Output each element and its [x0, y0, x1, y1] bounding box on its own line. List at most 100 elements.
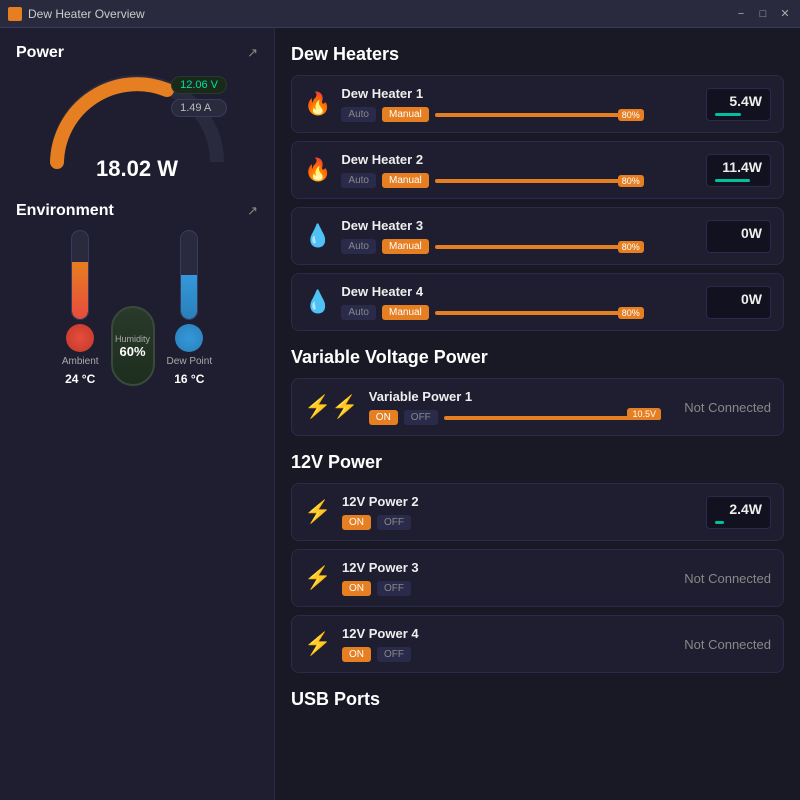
twelve-v4-status: Not Connected: [671, 637, 771, 652]
env-external-icon[interactable]: ↗: [247, 203, 258, 219]
heater1-output-bar: [715, 113, 741, 116]
twelve-v4-on-button[interactable]: ON: [342, 647, 371, 662]
twelve-v2-on-button[interactable]: ON: [342, 515, 371, 530]
twelve-v-icon-3: ⚡: [304, 565, 332, 591]
dewpoint-label: Dew Point: [167, 356, 213, 368]
minimize-button[interactable]: −: [734, 7, 748, 21]
heater1-track: 80%: [435, 113, 644, 117]
heater1-manual-button[interactable]: Manual: [382, 107, 429, 122]
heater4-manual-button[interactable]: Manual: [382, 305, 429, 320]
variable-power-name-1: Variable Power 1: [369, 389, 661, 404]
heater3-track: 80%: [435, 245, 644, 249]
maximize-button[interactable]: □: [756, 7, 770, 21]
heater-flame-icon-1: 🔥: [304, 91, 331, 117]
variable-power-card-1: ⚡⚡ Variable Power 1 ON OFF 10.5V Not Con…: [291, 378, 784, 436]
variable-power-icon-1: ⚡⚡: [304, 394, 359, 420]
title-bar-left: Dew Heater Overview: [8, 7, 145, 21]
heater-flame-icon-2: 🔥: [304, 157, 331, 183]
dewpoint-fill: [181, 275, 197, 319]
heater-card-2: 🔥 Dew Heater 2 Auto Manual 80% 11.4W: [291, 141, 784, 199]
ambient-thermometer: Ambient 24 °C: [62, 230, 99, 386]
heater1-output-box: 5.4W: [706, 88, 771, 121]
heater2-output-bar: [715, 179, 750, 182]
variable-voltage-title: Variable Voltage Power: [291, 347, 784, 368]
variable-power1-on-button[interactable]: ON: [369, 410, 398, 425]
heater3-manual-button[interactable]: Manual: [382, 239, 429, 254]
twelve-v2-off-button[interactable]: OFF: [377, 515, 411, 530]
twelve-v3-on-button[interactable]: ON: [342, 581, 371, 596]
twelve-v-info-2: 12V Power 2 ON OFF: [342, 494, 696, 530]
title-bar: Dew Heater Overview − □ ✕: [0, 0, 800, 28]
voltage-badge: 12.06 V: [171, 76, 227, 94]
heater-controls-4: Auto Manual 80%: [341, 305, 696, 320]
heater-controls-3: Auto Manual 80%: [341, 239, 696, 254]
variable-power-info-1: Variable Power 1 ON OFF 10.5V: [369, 389, 661, 425]
heater3-badge: 80%: [618, 241, 644, 253]
twelve-v3-off-button[interactable]: OFF: [377, 581, 411, 596]
env-title: Environment: [16, 202, 114, 220]
dewpoint-value: 16 °C: [174, 372, 204, 386]
twelve-v-name-2: 12V Power 2: [342, 494, 696, 509]
environment-section: Environment ↗ Ambient 24 °C Humidity: [16, 202, 258, 386]
heater4-auto-button[interactable]: Auto: [341, 305, 376, 320]
twelve-v3-status: Not Connected: [671, 571, 771, 586]
heater2-manual-button[interactable]: Manual: [382, 173, 429, 188]
heater4-badge: 80%: [618, 307, 644, 319]
twelve-v-name-3: 12V Power 3: [342, 560, 661, 575]
dewpoint-thermometer: Dew Point 16 °C: [167, 230, 213, 386]
window-title: Dew Heater Overview: [28, 7, 145, 21]
env-header: Environment ↗: [16, 202, 258, 220]
twelve-v4-off-button[interactable]: OFF: [377, 647, 411, 662]
variable-power1-off-button[interactable]: OFF: [404, 410, 438, 425]
heater3-auto-button[interactable]: Auto: [341, 239, 376, 254]
twelve-v-title: 12V Power: [291, 452, 784, 473]
humidity-display: Humidity 60%: [111, 306, 155, 386]
heater3-slider[interactable]: 80%: [435, 240, 696, 254]
left-panel: Power ↗ 18.02 W 12.06 V 1.49 A: [0, 28, 275, 800]
power-title: Power: [16, 44, 64, 62]
power-external-icon[interactable]: ↗: [247, 45, 258, 61]
heater-info-1: Dew Heater 1 Auto Manual 80%: [341, 86, 696, 122]
heater1-slider[interactable]: 80%: [435, 108, 696, 122]
variable-power1-voltage: 10.5V: [627, 408, 661, 420]
variable-power1-status: Not Connected: [671, 400, 771, 415]
heater-card-3: 💧 Dew Heater 3 Auto Manual 80% 0W: [291, 207, 784, 265]
dew-heaters-title: Dew Heaters: [291, 44, 784, 65]
twelve-v-controls-2: ON OFF: [342, 515, 696, 530]
ambient-fill: [72, 262, 88, 319]
heater-info-3: Dew Heater 3 Auto Manual 80%: [341, 218, 696, 254]
ambient-bulb: [66, 324, 94, 352]
heater1-badge: 80%: [618, 109, 644, 121]
twelve-v-card-3: ⚡ 12V Power 3 ON OFF Not Connected: [291, 549, 784, 607]
heater-name-1: Dew Heater 1: [341, 86, 696, 101]
heater2-output-value: 11.4W: [715, 159, 762, 175]
heater4-track: 80%: [435, 311, 644, 315]
heater2-auto-button[interactable]: Auto: [341, 173, 376, 188]
heater4-output-box: 0W: [706, 286, 771, 319]
heater4-output-value: 0W: [715, 291, 762, 307]
twelve-v-card-2: ⚡ 12V Power 2 ON OFF 2.4W: [291, 483, 784, 541]
twelve-v-name-4: 12V Power 4: [342, 626, 661, 641]
twelve-v-controls-3: ON OFF: [342, 581, 661, 596]
heater-card-1: 🔥 Dew Heater 1 Auto Manual 80% 5.4W: [291, 75, 784, 133]
twelve-v-info-3: 12V Power 3 ON OFF: [342, 560, 661, 596]
power-section: Power ↗ 18.02 W 12.06 V 1.49 A: [16, 44, 258, 182]
heater1-output-value: 5.4W: [715, 93, 762, 109]
heater-name-2: Dew Heater 2: [341, 152, 696, 167]
dewpoint-tube: [180, 230, 198, 320]
twelve-v-card-4: ⚡ 12V Power 4 ON OFF Not Connected: [291, 615, 784, 673]
heater-info-4: Dew Heater 4 Auto Manual 80%: [341, 284, 696, 320]
heater-controls-1: Auto Manual 80%: [341, 107, 696, 122]
heater4-slider[interactable]: 80%: [435, 306, 696, 320]
heater2-slider[interactable]: 80%: [435, 174, 696, 188]
amperage-badge: 1.49 A: [171, 99, 227, 117]
twelve-v-controls-4: ON OFF: [342, 647, 661, 662]
humidity-value: 60%: [120, 344, 146, 359]
heater2-badge: 80%: [618, 175, 644, 187]
close-button[interactable]: ✕: [778, 7, 792, 21]
window-controls: − □ ✕: [734, 7, 792, 21]
heater2-track: 80%: [435, 179, 644, 183]
heater-card-4: 💧 Dew Heater 4 Auto Manual 80% 0W: [291, 273, 784, 331]
heater-flame-icon-4: 💧: [304, 289, 331, 315]
heater1-auto-button[interactable]: Auto: [341, 107, 376, 122]
